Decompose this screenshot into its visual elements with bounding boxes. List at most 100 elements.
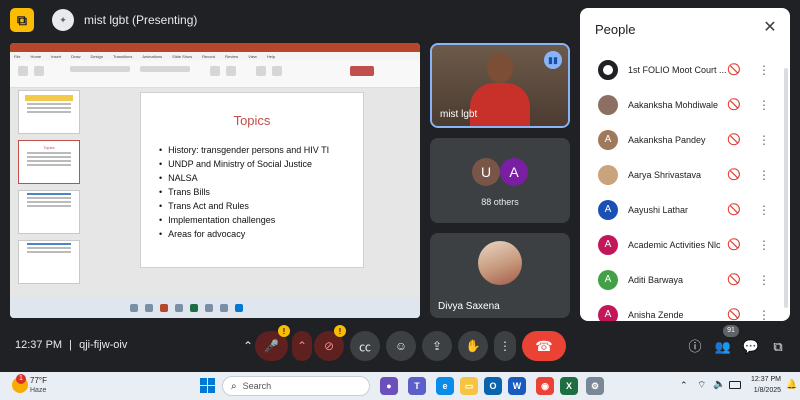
camera-toggle-button[interactable]: ⊘ ! (314, 325, 346, 361)
captions-button[interactable]: ㏄ (350, 331, 380, 361)
battery-icon[interactable] (729, 381, 741, 389)
more-options-icon: ⋮ (499, 339, 511, 353)
avatar: A (598, 304, 618, 321)
slide-bullet: Implementation challenges (159, 213, 329, 227)
participant-row[interactable]: A Aakanksha Pandey 🚫 ⋮ (580, 122, 780, 157)
presenter-taskbar-icon (220, 304, 228, 312)
participant-name: Aakanksha Mohdiwale (628, 99, 719, 110)
participant-row[interactable]: A Aditi Barwaya 🚫 ⋮ (580, 262, 780, 297)
more-options-button[interactable]: ⋮ (494, 331, 516, 361)
weather-temperature[interactable]: 77°F (30, 376, 47, 385)
ppt-menu-slideshow: Slide Show (172, 53, 193, 59)
participant-row[interactable]: A Aayushi Lathar 🚫 ⋮ (580, 192, 780, 227)
windows-start-icon[interactable] (200, 378, 216, 394)
more-options-icon[interactable]: ⋮ (758, 203, 770, 217)
video-options-chevron-icon[interactable]: ⌃ (292, 331, 312, 361)
file-explorer-icon[interactable]: ▭ (460, 377, 478, 395)
camera-off-icon: ⊘ (323, 339, 335, 353)
participant-row[interactable]: Aakanksha Mohdiwale 🚫 ⋮ (580, 87, 780, 122)
more-options-icon[interactable]: ⋮ (758, 168, 770, 182)
meeting-info-icon[interactable]: ⓘ (685, 337, 705, 357)
thumb-title: Topics (43, 145, 55, 150)
more-options-icon[interactable]: ⋮ (758, 133, 770, 147)
speaking-indicator-icon: ▮▮ (544, 51, 562, 69)
avatar (598, 164, 618, 185)
participant-name: Aayushi Lathar (628, 204, 689, 215)
settings-gear-icon[interactable]: ⚙ (586, 377, 604, 395)
weather-condition[interactable]: Haze (30, 387, 46, 394)
more-options-icon[interactable]: ⋮ (758, 238, 770, 252)
windows-taskbar: 1 77°F Haze ⌕ Search ● T e ▭ O W ◉ X ⚙ ⌃… (0, 372, 800, 400)
slide-title: Topics (233, 113, 271, 128)
participant-row[interactable]: Aarya Shrivastava 🚫 ⋮ (580, 157, 780, 192)
hand-icon: ✋ (465, 339, 481, 353)
meeting-code: qji-fijw-oiv (79, 339, 128, 351)
slide-bullet: Trans Act and Rules (159, 199, 329, 213)
more-options-icon[interactable]: ⋮ (758, 308, 770, 322)
wifi-icon[interactable]: ⌔ (697, 379, 706, 392)
participant-row[interactable]: 1st FOLIO Moot Court ... 🚫 ⋮ (580, 52, 780, 87)
participant-name: Aakanksha Pandey (628, 134, 706, 145)
avatar (478, 241, 522, 285)
activities-icon[interactable]: ⧉ (768, 337, 788, 357)
slide-bullet: NALSA (159, 171, 329, 185)
participant-name: Aarya Shrivastava (628, 169, 702, 180)
people-panel-title: People (595, 22, 636, 37)
participant-name: Aditi Barwaya (628, 274, 684, 285)
emoji-icon: ☺ (394, 339, 408, 353)
tile-name: Divya Saxena (438, 301, 500, 312)
mic-off-icon: 🚫 (727, 99, 741, 111)
presenter-avatar: ✦ (52, 9, 74, 31)
chrome-app-icon[interactable]: ◉ (536, 377, 554, 395)
reactions-button[interactable]: ☺ (386, 331, 416, 361)
ribbon-dictate-icon (256, 66, 266, 76)
warning-icon: ! (334, 325, 346, 337)
tray-chevron-up-icon[interactable]: ⌃ (680, 380, 688, 391)
slide-thumbnail-selected: Topics (18, 140, 80, 184)
ppt-menu-draw: Draw (71, 53, 81, 59)
teams-app-icon[interactable]: T (408, 377, 426, 395)
taskbar-clock-date[interactable]: 1/8/2025 (745, 387, 781, 394)
captions-icon: ㏄ (358, 339, 371, 354)
close-icon[interactable]: ✕ (760, 18, 780, 38)
edge-app-icon[interactable]: e (436, 377, 454, 395)
ppt-titlebar (10, 43, 420, 52)
avatar: A (598, 199, 618, 220)
others-tile[interactable]: U A 88 others (430, 138, 570, 223)
presenter-taskbar-icon (130, 304, 138, 312)
raise-hand-button[interactable]: ✋ (458, 331, 488, 361)
mic-off-icon: 🚫 (727, 134, 741, 146)
end-call-button[interactable]: ☎ (522, 331, 566, 361)
current-slide: Topics History: transgender persons and … (140, 92, 364, 268)
notification-bell-icon[interactable]: 🔔 (786, 379, 797, 390)
more-options-icon[interactable]: ⋮ (758, 63, 770, 77)
people-icon[interactable]: 👥 (713, 337, 733, 357)
phone-hangup-icon: ☎ (535, 337, 553, 354)
participant-video-tile[interactable]: Divya Saxena (430, 233, 570, 318)
slide-bullet: Areas for advocacy (159, 227, 329, 241)
mic-toggle-button[interactable]: 🎤 ! (255, 325, 290, 361)
chat-icon[interactable]: 💬 (741, 337, 761, 357)
ppt-menu-help: Help (266, 53, 276, 59)
taskbar-clock-time[interactable]: 12:37 PM (745, 376, 781, 383)
participant-row[interactable]: A Academic Activities Nlc 🚫 ⋮ (580, 227, 780, 262)
more-options-icon[interactable]: ⋮ (758, 273, 770, 287)
participant-name: Anisha Zende (628, 309, 684, 320)
excel-app-icon[interactable]: X (560, 377, 578, 395)
presenter-video-tile[interactable]: ▮▮ mist lgbt (430, 43, 570, 128)
more-options-icon[interactable]: ⋮ (758, 98, 770, 112)
participant-row[interactable]: A Anisha Zende 🚫 ⋮ (580, 297, 780, 321)
present-button[interactable]: ⇪ (422, 331, 452, 361)
avatar: A (598, 129, 618, 150)
outlook-app-icon[interactable]: O (484, 377, 502, 395)
ppt-menu-view: View (248, 53, 257, 59)
ribbon-paragraph-box (140, 66, 190, 72)
taskbar-search[interactable]: ⌕ Search (222, 376, 370, 396)
people-scrollbar[interactable] (784, 68, 788, 308)
slide-thumbnail (18, 90, 80, 134)
word-app-icon[interactable]: W (508, 377, 526, 395)
speaker-icon[interactable]: 🔈 (713, 379, 725, 390)
camera-person-body (470, 83, 530, 126)
copilot-app-icon[interactable]: ● (380, 377, 398, 395)
presenter-taskbar-icon (160, 304, 168, 312)
